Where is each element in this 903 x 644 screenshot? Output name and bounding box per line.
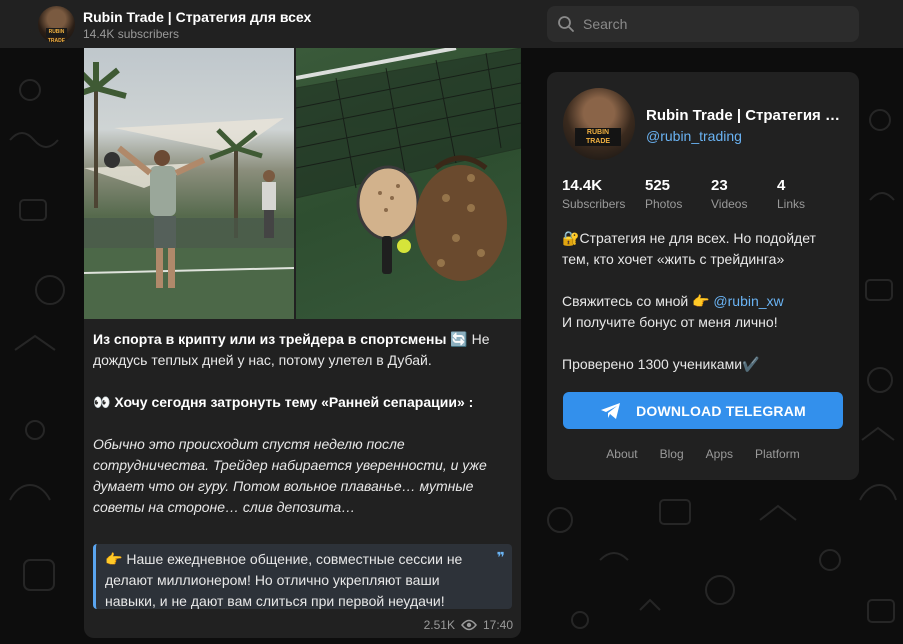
stat-value: 14.4K (562, 177, 603, 194)
avatar-badge: RUBIN TRADE (46, 28, 67, 43)
footer-link-about[interactable]: About (606, 447, 637, 461)
checked-text: Проверено 1300 учениками (562, 356, 743, 372)
post-heading: Из спорта в крипту или из трейдера в спо… (93, 331, 447, 347)
view-count: 2.51K (423, 618, 455, 632)
eyes-emoji: 👀 (93, 394, 111, 410)
channel-title[interactable]: Rubin Trade | Стратегия для всех (83, 9, 311, 25)
photo-rackets-and-bag[interactable] (296, 48, 521, 319)
download-button-label: DOWNLOAD TELEGRAM (636, 402, 806, 419)
subscriber-count: 14.4K subscribers (83, 27, 180, 41)
profile-stats: 14.4K Subscribers 525 Photos 23 Videos 4… (562, 177, 852, 217)
post-blockquote: 👉 Наше ежедневное общение, совместные се… (93, 544, 512, 609)
lock-emoji: 🔐 (562, 230, 580, 246)
profile-handle[interactable]: @rubin_trading (646, 128, 742, 144)
stat-photos[interactable]: 525 Photos (645, 177, 682, 211)
stat-videos[interactable]: 23 Videos (711, 177, 747, 211)
channel-post: Из спорта в крипту или из трейдера в спо… (84, 48, 521, 638)
channel-profile-card: RUBIN TRADE Rubin Trade | Стратегия для … (547, 72, 859, 480)
post-meta: 2.51K 17:40 (424, 618, 513, 632)
pointing-emoji: 👉 (692, 293, 710, 309)
stat-value: 4 (777, 177, 786, 194)
quote-icon: ❞ (496, 549, 505, 565)
profile-avatar[interactable]: RUBIN TRADE (563, 88, 635, 160)
profile-name: Rubin Trade | Стратегия для всех (646, 107, 846, 124)
download-telegram-button[interactable]: DOWNLOAD TELEGRAM (563, 392, 843, 429)
search-box[interactable] (547, 6, 859, 42)
pointing-emoji: 👉 (105, 551, 123, 567)
refresh-emoji: 🔄 (450, 331, 468, 347)
footer-links: About Blog Apps Platform (547, 447, 859, 461)
stat-links[interactable]: 4 Links (777, 177, 805, 211)
top-bar: RUBIN TRADE Rubin Trade | Стратегия для … (0, 0, 903, 48)
search-input[interactable] (583, 16, 843, 32)
post-photo-album[interactable] (84, 48, 521, 319)
stat-label: Links (777, 197, 806, 211)
quote-text: Наше ежедневное общение, совместные сесс… (105, 551, 463, 609)
post-italic-text: Обычно это происходит спустя неделю посл… (93, 436, 487, 515)
profile-description: 🔐Стратегия не для всех. Но подойдет тем,… (562, 228, 847, 396)
stat-value: 23 (711, 177, 728, 194)
footer-link-platform[interactable]: Platform (755, 447, 800, 461)
about-line-1: Стратегия не для всех. Но подойдет тем, … (562, 230, 816, 267)
stat-value: 525 (645, 177, 671, 194)
stat-label: Photos (645, 197, 683, 211)
post-text: Из спорта в крипту или из трейдера в спо… (93, 329, 513, 539)
telegram-plane-icon (601, 402, 621, 419)
stat-label: Videos (711, 197, 748, 211)
footer-link-blog[interactable]: Blog (660, 447, 684, 461)
post-time: 17:40 (482, 618, 513, 632)
search-icon (558, 16, 574, 32)
profile-avatar-badge: RUBIN TRADE (575, 128, 621, 146)
channel-avatar[interactable]: RUBIN TRADE (38, 6, 75, 43)
bonus-text: И получите бонус от меня лично! (562, 314, 778, 330)
contact-link[interactable]: @rubin_xw (713, 293, 783, 309)
photo-tennis-player[interactable] (84, 48, 294, 319)
contact-text: Свяжитесь со мной (562, 293, 693, 309)
post-topic: Хочу сегодня затронуть тему «Ранней сепа… (110, 394, 474, 410)
stat-label: Subscribers (562, 197, 626, 211)
footer-link-apps[interactable]: Apps (706, 447, 733, 461)
check-emoji: ✔️ (742, 356, 760, 372)
eye-icon (461, 619, 477, 631)
stat-subscribers: 14.4K Subscribers (562, 177, 625, 211)
